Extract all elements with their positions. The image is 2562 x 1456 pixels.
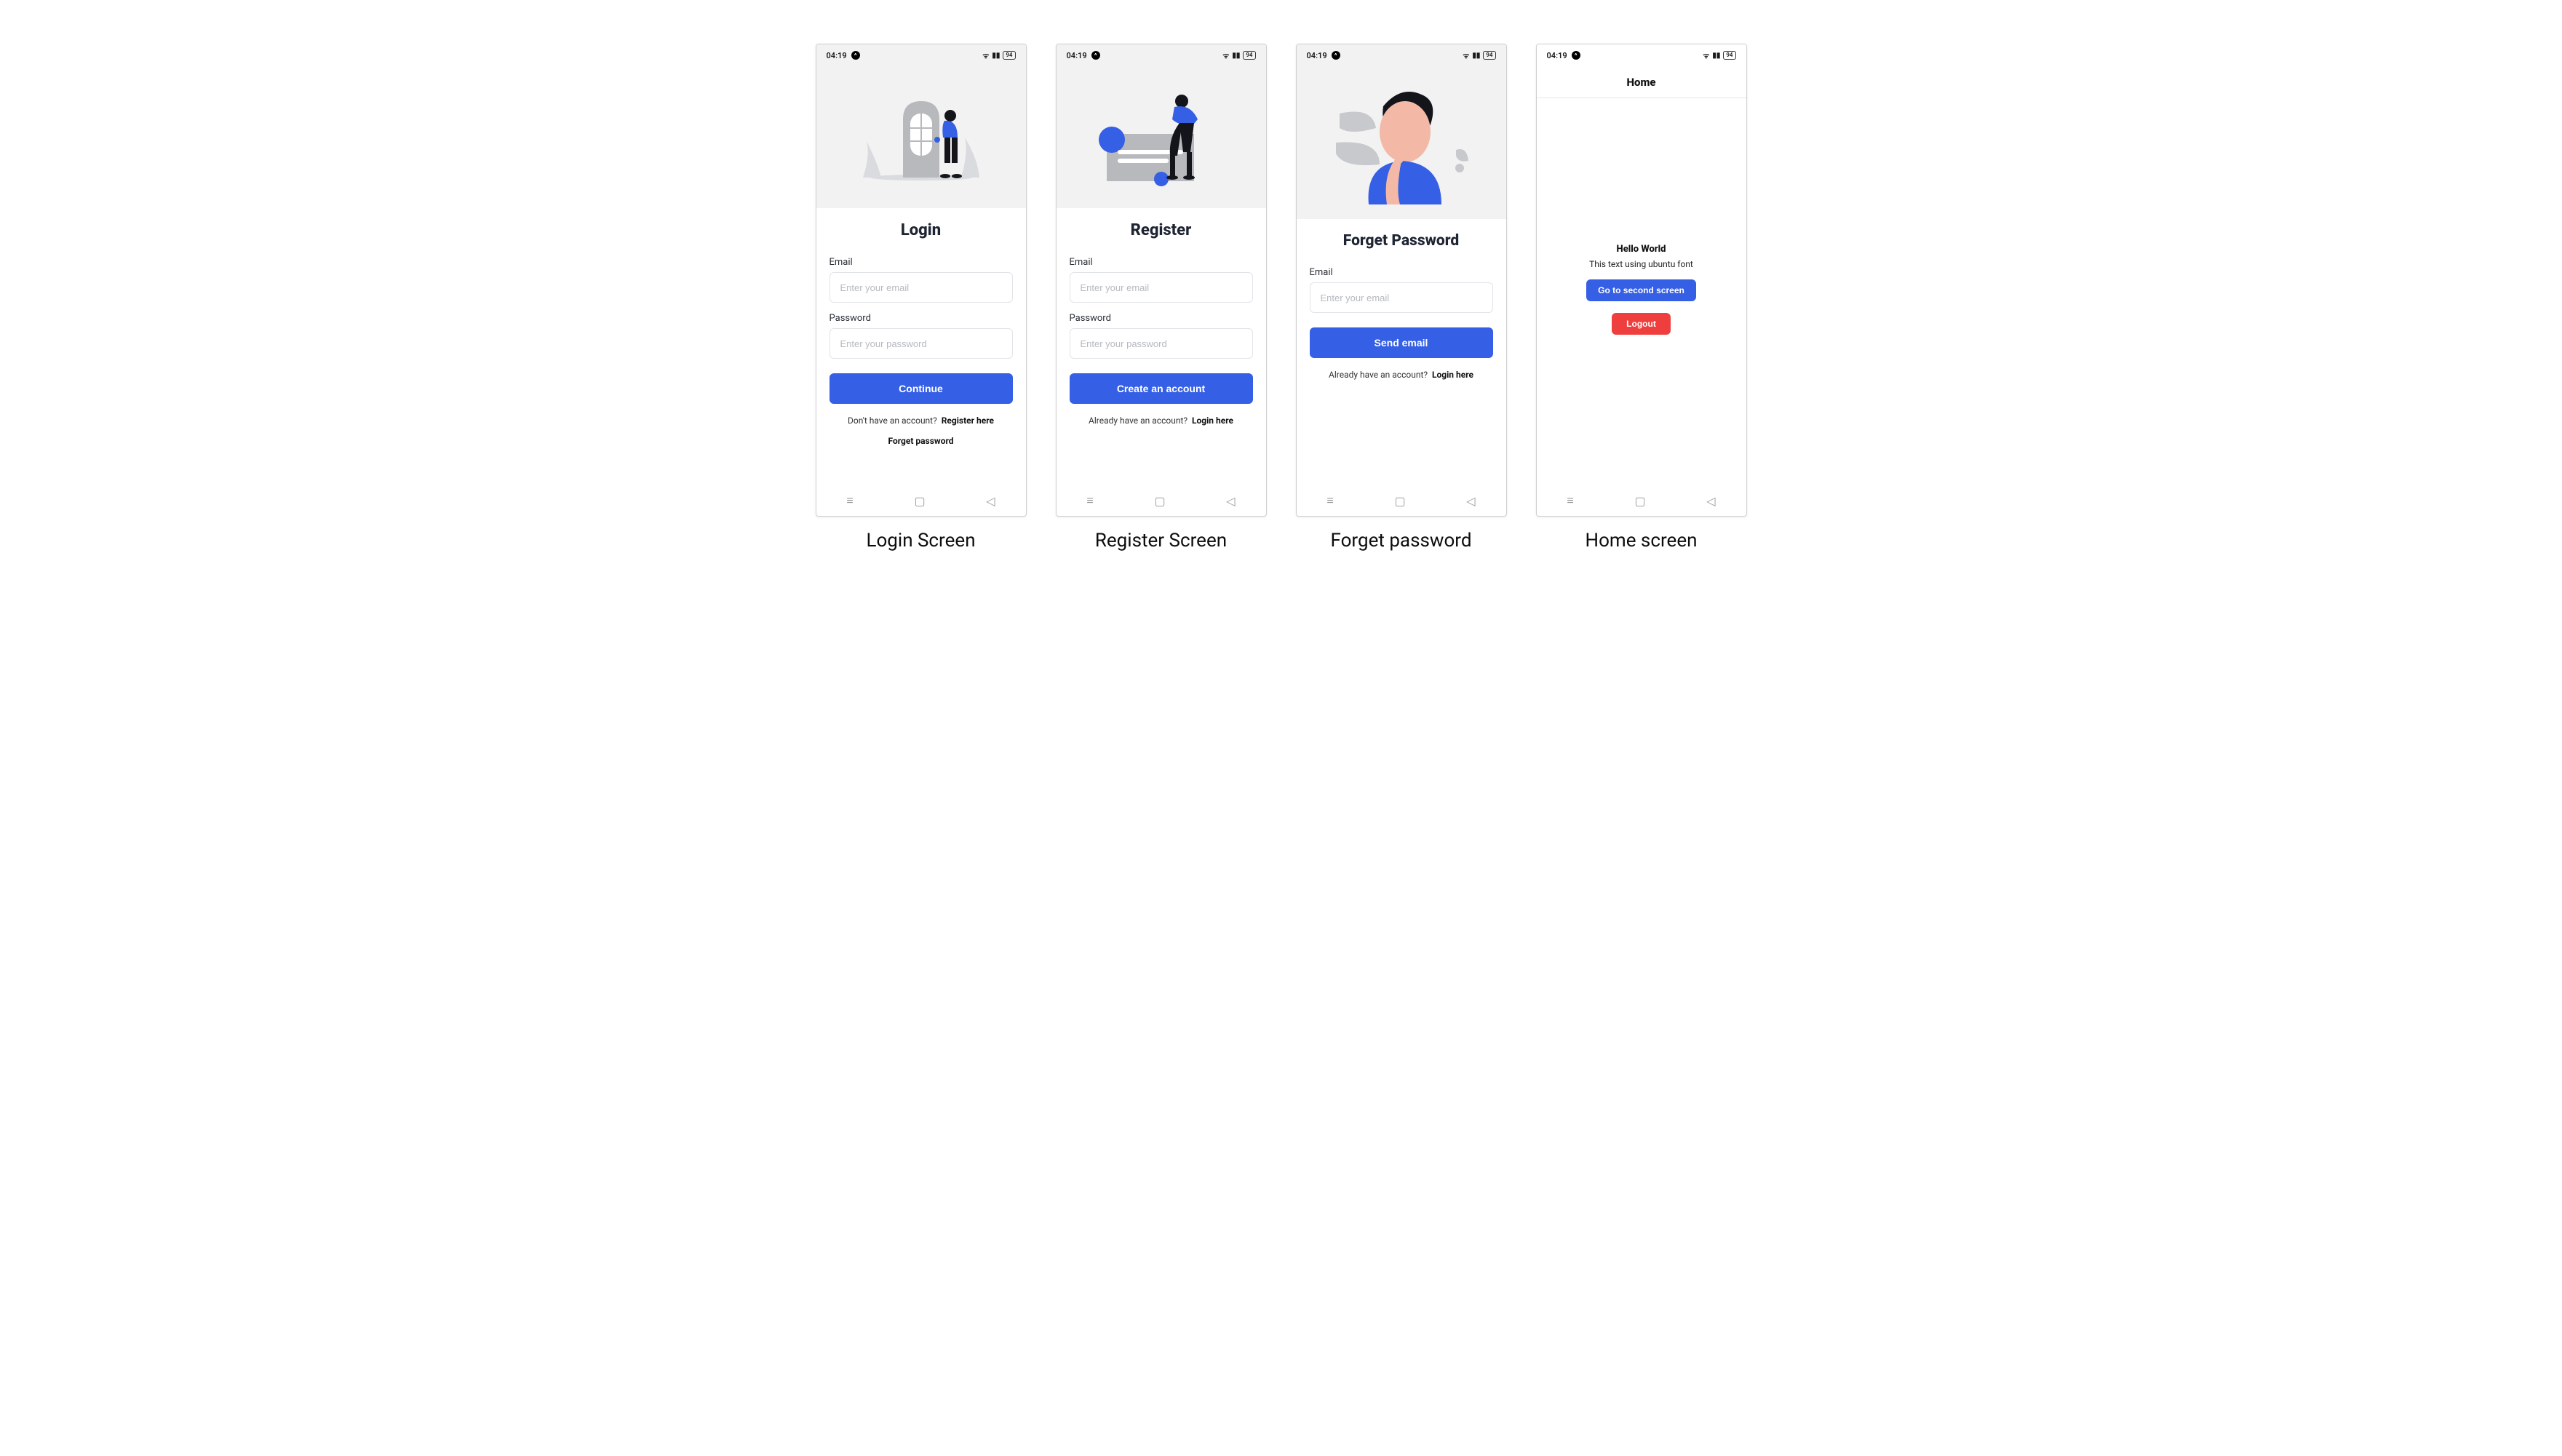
home-screen: 04:19 ^ ᯤ ▮▮ 94 Home Hello World This te… xyxy=(1536,44,1747,517)
forget-illustration xyxy=(1297,66,1506,219)
status-app-icon: ^ xyxy=(1091,51,1100,60)
status-app-icon: ^ xyxy=(1332,51,1340,60)
login-title: Login xyxy=(830,221,1013,239)
email-label: Email xyxy=(1070,257,1253,268)
signal-icon: ▮▮ xyxy=(1472,52,1480,60)
android-nav: ≡ ▢ ◁ xyxy=(1057,485,1266,516)
email-input[interactable] xyxy=(830,272,1013,303)
status-bar: 04:19 ^ ᯤ ▮▮ 94 xyxy=(1297,44,1506,66)
email-label: Email xyxy=(830,257,1013,268)
login-link[interactable]: Login here xyxy=(1192,415,1233,426)
home-icon[interactable]: ▢ xyxy=(1394,494,1405,508)
login-screen: 04:19 ^ ᯤ ▮▮ 94 xyxy=(816,44,1027,517)
email-label: Email xyxy=(1310,267,1493,278)
logout-button[interactable]: Logout xyxy=(1612,313,1671,335)
send-email-button[interactable]: Send email xyxy=(1310,327,1493,358)
email-input[interactable] xyxy=(1070,272,1253,303)
home-icon[interactable]: ▢ xyxy=(1634,494,1645,508)
status-time: 04:19 xyxy=(1067,51,1087,60)
status-app-icon: ^ xyxy=(851,51,860,60)
status-time: 04:19 xyxy=(827,51,847,60)
android-nav: ≡ ▢ ◁ xyxy=(1297,485,1506,516)
status-app-icon: ^ xyxy=(1572,51,1580,60)
android-nav: ≡ ▢ ◁ xyxy=(816,485,1026,516)
register-screen: 04:19 ^ ᯤ ▮▮ 94 xyxy=(1056,44,1267,517)
battery-icon: 94 xyxy=(1723,51,1735,60)
battery-icon: 94 xyxy=(1243,51,1255,60)
password-input[interactable] xyxy=(1070,328,1253,359)
home-icon[interactable]: ▢ xyxy=(1154,494,1165,508)
android-nav: ≡ ▢ ◁ xyxy=(1537,485,1746,516)
login-illustration xyxy=(816,66,1026,208)
register-title: Register xyxy=(1070,221,1253,239)
signal-icon: ▮▮ xyxy=(1712,52,1720,60)
status-time: 04:19 xyxy=(1307,51,1327,60)
forgot-password-link[interactable]: Forget password xyxy=(830,436,1013,446)
back-icon[interactable]: ◁ xyxy=(1466,494,1475,508)
back-icon[interactable]: ◁ xyxy=(1226,494,1235,508)
battery-icon: 94 xyxy=(1003,51,1015,60)
register-caption: Register Screen xyxy=(1095,530,1227,552)
second-screen-button[interactable]: Go to second screen xyxy=(1586,279,1696,301)
wifi-icon: ᯤ xyxy=(1222,50,1229,60)
create-account-button[interactable]: Create an account xyxy=(1070,373,1253,404)
status-bar: 04:19 ^ ᯤ ▮▮ 94 xyxy=(1537,44,1746,66)
register-prompt[interactable]: Don't have an account? Register here xyxy=(830,415,1013,426)
forget-caption: Forget password xyxy=(1330,530,1471,552)
wifi-icon: ᯤ xyxy=(1463,50,1469,60)
signal-icon: ▮▮ xyxy=(992,52,1000,60)
home-icon[interactable]: ▢ xyxy=(914,494,925,508)
back-icon[interactable]: ◁ xyxy=(986,494,995,508)
recent-apps-icon[interactable]: ≡ xyxy=(846,493,853,508)
recent-apps-icon[interactable]: ≡ xyxy=(1567,493,1573,508)
login-link[interactable]: Login here xyxy=(1432,370,1473,380)
wifi-icon: ᯤ xyxy=(982,50,989,60)
continue-button[interactable]: Continue xyxy=(830,373,1013,404)
status-time: 04:19 xyxy=(1547,51,1567,60)
hello-text: Hello World xyxy=(1617,244,1666,255)
battery-icon: 94 xyxy=(1483,51,1495,60)
forget-title: Forget Password xyxy=(1310,232,1493,250)
recent-apps-icon[interactable]: ≡ xyxy=(1326,493,1333,508)
login-prompt[interactable]: Already have an account? Login here xyxy=(1070,415,1253,426)
app-bar-title: Home xyxy=(1537,66,1746,98)
password-input[interactable] xyxy=(830,328,1013,359)
register-illustration xyxy=(1057,66,1266,208)
home-caption: Home screen xyxy=(1586,530,1698,552)
signal-icon: ▮▮ xyxy=(1232,52,1240,60)
subtitle-text: This text using ubuntu font xyxy=(1589,259,1693,269)
wifi-icon: ᯤ xyxy=(1703,50,1709,60)
status-bar: 04:19 ^ ᯤ ▮▮ 94 xyxy=(1057,44,1266,66)
recent-apps-icon[interactable]: ≡ xyxy=(1086,493,1093,508)
password-label: Password xyxy=(830,313,1013,324)
forget-screen: 04:19 ^ ᯤ ▮▮ 94 xyxy=(1296,44,1507,517)
password-label: Password xyxy=(1070,313,1253,324)
login-caption: Login Screen xyxy=(866,530,975,552)
back-icon[interactable]: ◁ xyxy=(1706,494,1715,508)
status-bar: 04:19 ^ ᯤ ▮▮ 94 xyxy=(816,44,1026,66)
email-input[interactable] xyxy=(1310,282,1493,313)
register-link[interactable]: Register here xyxy=(942,415,994,426)
login-prompt[interactable]: Already have an account? Login here xyxy=(1310,370,1493,380)
